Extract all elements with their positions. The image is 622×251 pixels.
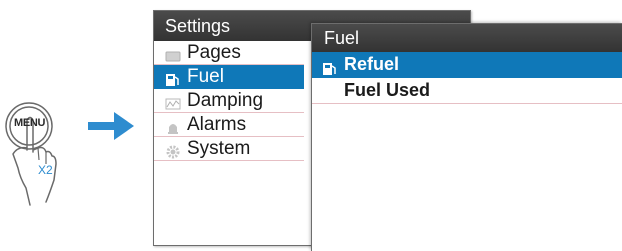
damping-icon <box>165 94 181 109</box>
fuel-pump-icon <box>165 70 181 86</box>
fuel-item-label: Fuel Used <box>344 80 431 100</box>
pages-icon <box>165 46 181 61</box>
settings-item-label: Fuel <box>187 66 224 87</box>
arrow-right-icon <box>88 112 134 140</box>
fuel-pump-icon <box>322 58 338 75</box>
fuel-menu-list: Refuel Fuel Used <box>312 52 622 104</box>
settings-item-system[interactable]: System <box>154 137 304 161</box>
settings-item-label: Damping <box>187 90 264 111</box>
settings-menu-list: Pages Fuel Damping Alarms System <box>154 41 304 161</box>
menu-press-illustration: MENU X2 <box>0 80 80 220</box>
fuel-item-label: Refuel <box>344 54 400 74</box>
press-count-label: X2 <box>38 163 53 177</box>
settings-item-pages[interactable]: Pages <box>154 41 304 65</box>
settings-item-label: Pages <box>187 42 241 63</box>
fuel-item-fuel-used[interactable]: Fuel Used <box>312 78 622 104</box>
fuel-menu: Fuel Refuel Fuel Used <box>311 23 622 251</box>
gear-icon <box>165 142 181 158</box>
bell-icon <box>165 118 181 134</box>
fuel-item-refuel[interactable]: Refuel <box>312 52 622 78</box>
settings-item-damping[interactable]: Damping <box>154 89 304 113</box>
settings-item-fuel[interactable]: Fuel <box>154 65 304 89</box>
fuel-menu-title: Fuel <box>312 24 622 52</box>
hand-pressing-button-icon <box>5 102 57 206</box>
settings-item-label: System <box>187 138 251 159</box>
menu-button-label: MENU <box>14 117 46 129</box>
settings-item-alarms[interactable]: Alarms <box>154 113 304 137</box>
settings-item-label: Alarms <box>187 114 247 135</box>
